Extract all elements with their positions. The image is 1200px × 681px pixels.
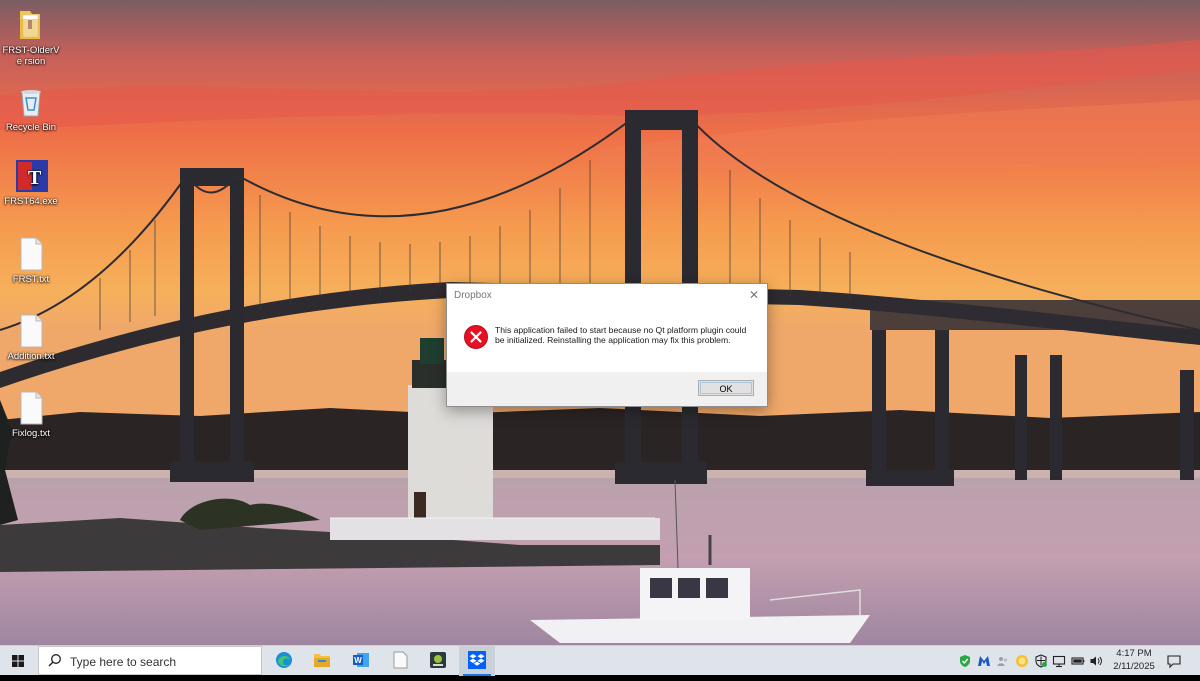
- desktop-icon-addition-txt[interactable]: Addition.txt: [2, 313, 60, 362]
- system-clock[interactable]: 4:17 PM 2/11/2025: [1106, 647, 1162, 673]
- desktop-icon-label: FRST64.exe: [4, 196, 58, 207]
- desktop-icon-label: Recycle Bin: [5, 122, 57, 133]
- error-icon: [464, 325, 488, 349]
- desktop-icon-label: FRST-OlderVe rsion: [2, 45, 60, 67]
- folder-icon: [14, 7, 48, 43]
- defender-icon[interactable]: [1034, 654, 1048, 668]
- dialog-footer: OK: [447, 372, 767, 406]
- desktop-icon-label: Fixlog.txt: [11, 428, 50, 439]
- people-icon[interactable]: [996, 654, 1010, 668]
- word-icon: W: [353, 653, 369, 667]
- taskbar-app[interactable]: [420, 646, 456, 676]
- dialog-titlebar[interactable]: Dropbox ✕: [447, 284, 767, 306]
- search-icon: [48, 654, 61, 667]
- volume-icon[interactable]: [1089, 654, 1103, 668]
- edge-icon: [276, 652, 292, 668]
- taskbar-dropbox[interactable]: [459, 646, 495, 676]
- notepad-icon: [393, 651, 408, 669]
- search-box[interactable]: Type here to search: [38, 646, 262, 675]
- clock-time: 4:17 PM: [1116, 648, 1152, 659]
- text-file-icon: [14, 390, 48, 426]
- taskbar-file-explorer[interactable]: [304, 646, 340, 676]
- taskbar-notepad[interactable]: [382, 646, 418, 676]
- desktop-icon-frst-txt[interactable]: FRST.txt: [2, 236, 60, 285]
- taskbar-word[interactable]: W: [343, 646, 379, 676]
- search-placeholder: Type here to search: [70, 655, 177, 669]
- desktop-icon-label: Addition.txt: [7, 351, 55, 362]
- malwarebytes-icon[interactable]: [977, 654, 991, 668]
- dropbox-icon: [468, 651, 486, 669]
- start-button[interactable]: [0, 646, 36, 676]
- dialog-title: Dropbox: [454, 290, 492, 301]
- display-icon[interactable]: [1052, 654, 1066, 668]
- ok-button[interactable]: OK: [698, 380, 754, 396]
- frst-app-icon: T: [14, 158, 48, 194]
- desktop-icon-fixlog-txt[interactable]: Fixlog.txt: [2, 390, 60, 439]
- battery-icon[interactable]: [1071, 654, 1085, 668]
- clock-date: 2/11/2025: [1113, 661, 1155, 672]
- security-shield-icon[interactable]: [958, 654, 972, 668]
- svg-text:T: T: [28, 167, 42, 189]
- error-dialog: Dropbox ✕ This application failed to sta…: [446, 283, 768, 407]
- text-file-icon: [14, 236, 48, 272]
- dialog-message: This application failed to start because…: [495, 325, 747, 346]
- app-icon: [430, 652, 446, 668]
- desktop-icon-frst-olderversion[interactable]: FRST-OlderVe rsion: [2, 7, 60, 67]
- svg-text:W: W: [354, 656, 362, 665]
- norton-icon[interactable]: [1015, 654, 1029, 668]
- dialog-content: This application failed to start because…: [447, 306, 767, 372]
- windows-logo-icon: [12, 655, 24, 667]
- notification-center-icon[interactable]: [1166, 653, 1182, 669]
- file-explorer-icon: [314, 654, 330, 667]
- desktop-icon-frst64[interactable]: T FRST64.exe: [2, 158, 60, 207]
- text-file-icon: [14, 313, 48, 349]
- close-icon[interactable]: ✕: [747, 288, 761, 302]
- taskbar: Type here to search W 4:17 PM 2/11/2025: [0, 645, 1200, 676]
- recycle-bin-icon: [14, 84, 48, 120]
- taskbar-edge[interactable]: [266, 646, 302, 676]
- desktop-icon-recycle-bin[interactable]: Recycle Bin: [2, 84, 60, 133]
- desktop-icon-label: FRST.txt: [12, 274, 50, 285]
